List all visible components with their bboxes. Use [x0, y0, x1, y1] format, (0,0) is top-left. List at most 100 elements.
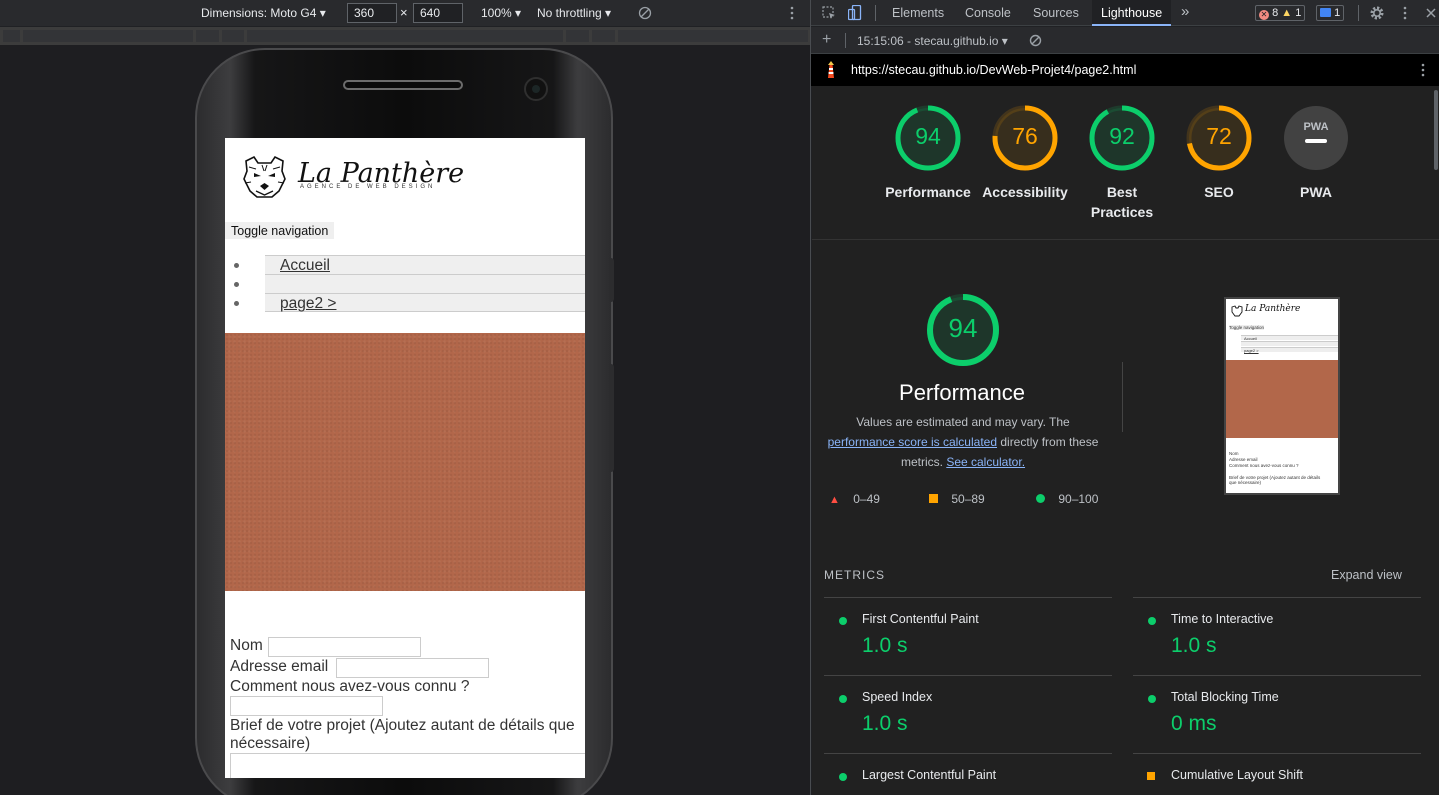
messages-badge[interactable]: 1: [1316, 5, 1345, 21]
performance-large-score: 94: [948, 313, 978, 343]
pass-dot-icon: [839, 773, 847, 781]
performance-section: 94 Performance Values are estimated and …: [812, 240, 1439, 795]
pwa-badge-icon: PWA: [1284, 106, 1348, 170]
best-practices-score: 92: [1109, 123, 1135, 149]
metric-lcp: Largest Contentful Paint: [824, 753, 1112, 795]
seo-label: SEO: [1204, 184, 1234, 200]
nav-link-page2[interactable]: page2 >: [280, 295, 336, 313]
expand-view-toggle[interactable]: Expand view: [1331, 568, 1402, 582]
pass-dot-icon: [839, 617, 847, 625]
thumb-nom: Nom: [1229, 451, 1239, 456]
input-email[interactable]: [336, 658, 489, 678]
report-url[interactable]: https://stecau.github.io/DevWeb-Projet4/…: [851, 63, 1136, 77]
close-devtools-icon[interactable]: [1426, 8, 1436, 18]
devtools-tab-bar: Elements Console Sources Lighthouse » ✕ …: [811, 0, 1439, 26]
phone-speaker: [343, 80, 463, 90]
panel-divider[interactable]: [810, 0, 811, 795]
more-tabs-icon[interactable]: »: [1181, 0, 1189, 25]
metric-speed-index: Speed Index 1.0 s: [824, 675, 1112, 753]
phone-camera: [524, 77, 548, 101]
tab-console[interactable]: Console: [965, 0, 1011, 26]
nav-item-page2[interactable]: page2 >: [234, 293, 585, 313]
label-nom: Nom: [230, 637, 263, 654]
errors-badge[interactable]: ✕ 8 ▲ 1: [1255, 5, 1306, 21]
devtools-menu-icon[interactable]: [1401, 6, 1409, 20]
tab-sources[interactable]: Sources: [1033, 0, 1079, 26]
error-icon: ✕: [1259, 10, 1269, 20]
thumb-nav-1: Accueil: [1241, 335, 1338, 341]
thumb-brief: Brief de votre projet (Ajoutez autant de…: [1229, 475, 1321, 485]
circle-icon: [1036, 494, 1045, 503]
dimension-separator: ×: [400, 5, 408, 20]
thumb-brand: La Panthère: [1245, 304, 1301, 314]
throttling-dropdown[interactable]: No throttling ▾: [537, 6, 611, 20]
report-selector[interactable]: 15:15:06 - stecau.github.io ▾: [857, 34, 1008, 48]
phone-volume-button: [609, 364, 614, 472]
thumb-logo-icon: [1231, 305, 1243, 317]
more-options-icon[interactable]: [788, 6, 796, 20]
metrics-heading: METRICS: [824, 568, 885, 582]
gauge-performance[interactable]: 94 Performance: [878, 104, 978, 202]
device-height-input[interactable]: [413, 3, 463, 23]
final-screenshot-thumbnail[interactable]: La Panthère Toggle navigation Accueil pa…: [1224, 297, 1340, 495]
average-square-icon: [1147, 772, 1155, 780]
zoom-dropdown[interactable]: 100% ▾: [481, 6, 521, 20]
pass-dot-icon: [1148, 617, 1156, 625]
report-url-bar: https://stecau.github.io/DevWeb-Projet4/…: [811, 54, 1439, 86]
label-email: Adresse email: [230, 658, 329, 675]
input-connu[interactable]: [230, 696, 383, 716]
navigation-list: Accueil page2 >: [225, 255, 585, 312]
emulated-page: La Panthère AGENCE DE WEB DESIGN Toggle …: [225, 138, 585, 778]
metric-tbt: Total Blocking Time 0 ms: [1133, 675, 1421, 753]
inspect-element-icon[interactable]: [822, 6, 836, 20]
accessibility-label: Accessibility: [982, 184, 1068, 200]
performance-description: Values are estimated and may vary. The p…: [827, 415, 1099, 469]
report-menu-icon[interactable]: [1419, 63, 1427, 77]
media-query-ruler[interactable]: [0, 27, 811, 45]
gauge-pwa[interactable]: PWA PWA: [1266, 104, 1366, 202]
see-calculator-link[interactable]: See calculator.: [946, 455, 1025, 469]
label-brief: Brief de votre projet (Ajoutez autant de…: [230, 717, 575, 752]
rotate-icon[interactable]: [638, 6, 652, 20]
warning-icon: ▲: [1281, 7, 1293, 19]
performance-label: Performance: [885, 184, 971, 200]
pwa-label: PWA: [1300, 184, 1332, 200]
device-dropdown[interactable]: Dimensions: Moto G4 ▾: [201, 6, 326, 20]
nav-link-accueil[interactable]: Accueil: [280, 257, 330, 275]
clear-reports-icon[interactable]: [1029, 34, 1042, 47]
tab-elements[interactable]: Elements: [892, 0, 944, 26]
thumb-hero: [1226, 360, 1338, 438]
hero-texture-image: [225, 333, 585, 591]
tab-lighthouse[interactable]: Lighthouse: [1092, 0, 1172, 26]
scrollbar-thumb[interactable]: [1434, 90, 1438, 170]
performance-score: 94: [915, 123, 941, 149]
brand-tagline: AGENCE DE WEB DESIGN: [300, 184, 436, 190]
legend-fail: ▲ 0–49: [829, 492, 880, 506]
new-report-icon[interactable]: +: [822, 31, 831, 49]
score-gauges: 94 Performance 76 Accessibility 92 Best …: [812, 86, 1439, 240]
nav-item-accueil[interactable]: Accueil: [234, 255, 585, 275]
metric-tti: Time to Interactive 1.0 s: [1133, 597, 1421, 675]
pass-dot-icon: [1148, 695, 1156, 703]
label-connu: Comment nous avez-vous connu ?: [230, 678, 470, 695]
gauge-best-practices[interactable]: 92 Best Practices: [1072, 104, 1172, 222]
lighthouse-report-bar: + 15:15:06 - stecau.github.io ▾: [811, 27, 1439, 54]
pass-dot-icon: [839, 695, 847, 703]
gauge-accessibility[interactable]: 76 Accessibility: [975, 104, 1075, 202]
square-icon: [929, 494, 938, 503]
device-toggle-icon[interactable]: [848, 5, 862, 21]
best-practices-label: Best Practices: [1090, 184, 1154, 220]
input-nom[interactable]: [268, 637, 421, 657]
settings-gear-icon[interactable]: [1369, 5, 1385, 21]
gauge-seo[interactable]: 72 SEO: [1169, 104, 1269, 202]
thumb-email: Adresse email: [1229, 457, 1258, 462]
accessibility-score: 76: [1012, 123, 1038, 149]
textarea-brief[interactable]: [230, 753, 585, 778]
device-toolbar: Dimensions: Moto G4 ▾ × 100% ▾ No thrott…: [0, 0, 811, 26]
panther-logo-icon: [243, 155, 286, 198]
nav-item-empty: [234, 274, 585, 293]
score-calculated-link[interactable]: performance score is calculated: [828, 435, 997, 449]
thumb-nav-3: page2 >: [1241, 347, 1338, 353]
toggle-navigation-button[interactable]: Toggle navigation: [225, 222, 335, 239]
device-width-input[interactable]: [347, 3, 397, 23]
